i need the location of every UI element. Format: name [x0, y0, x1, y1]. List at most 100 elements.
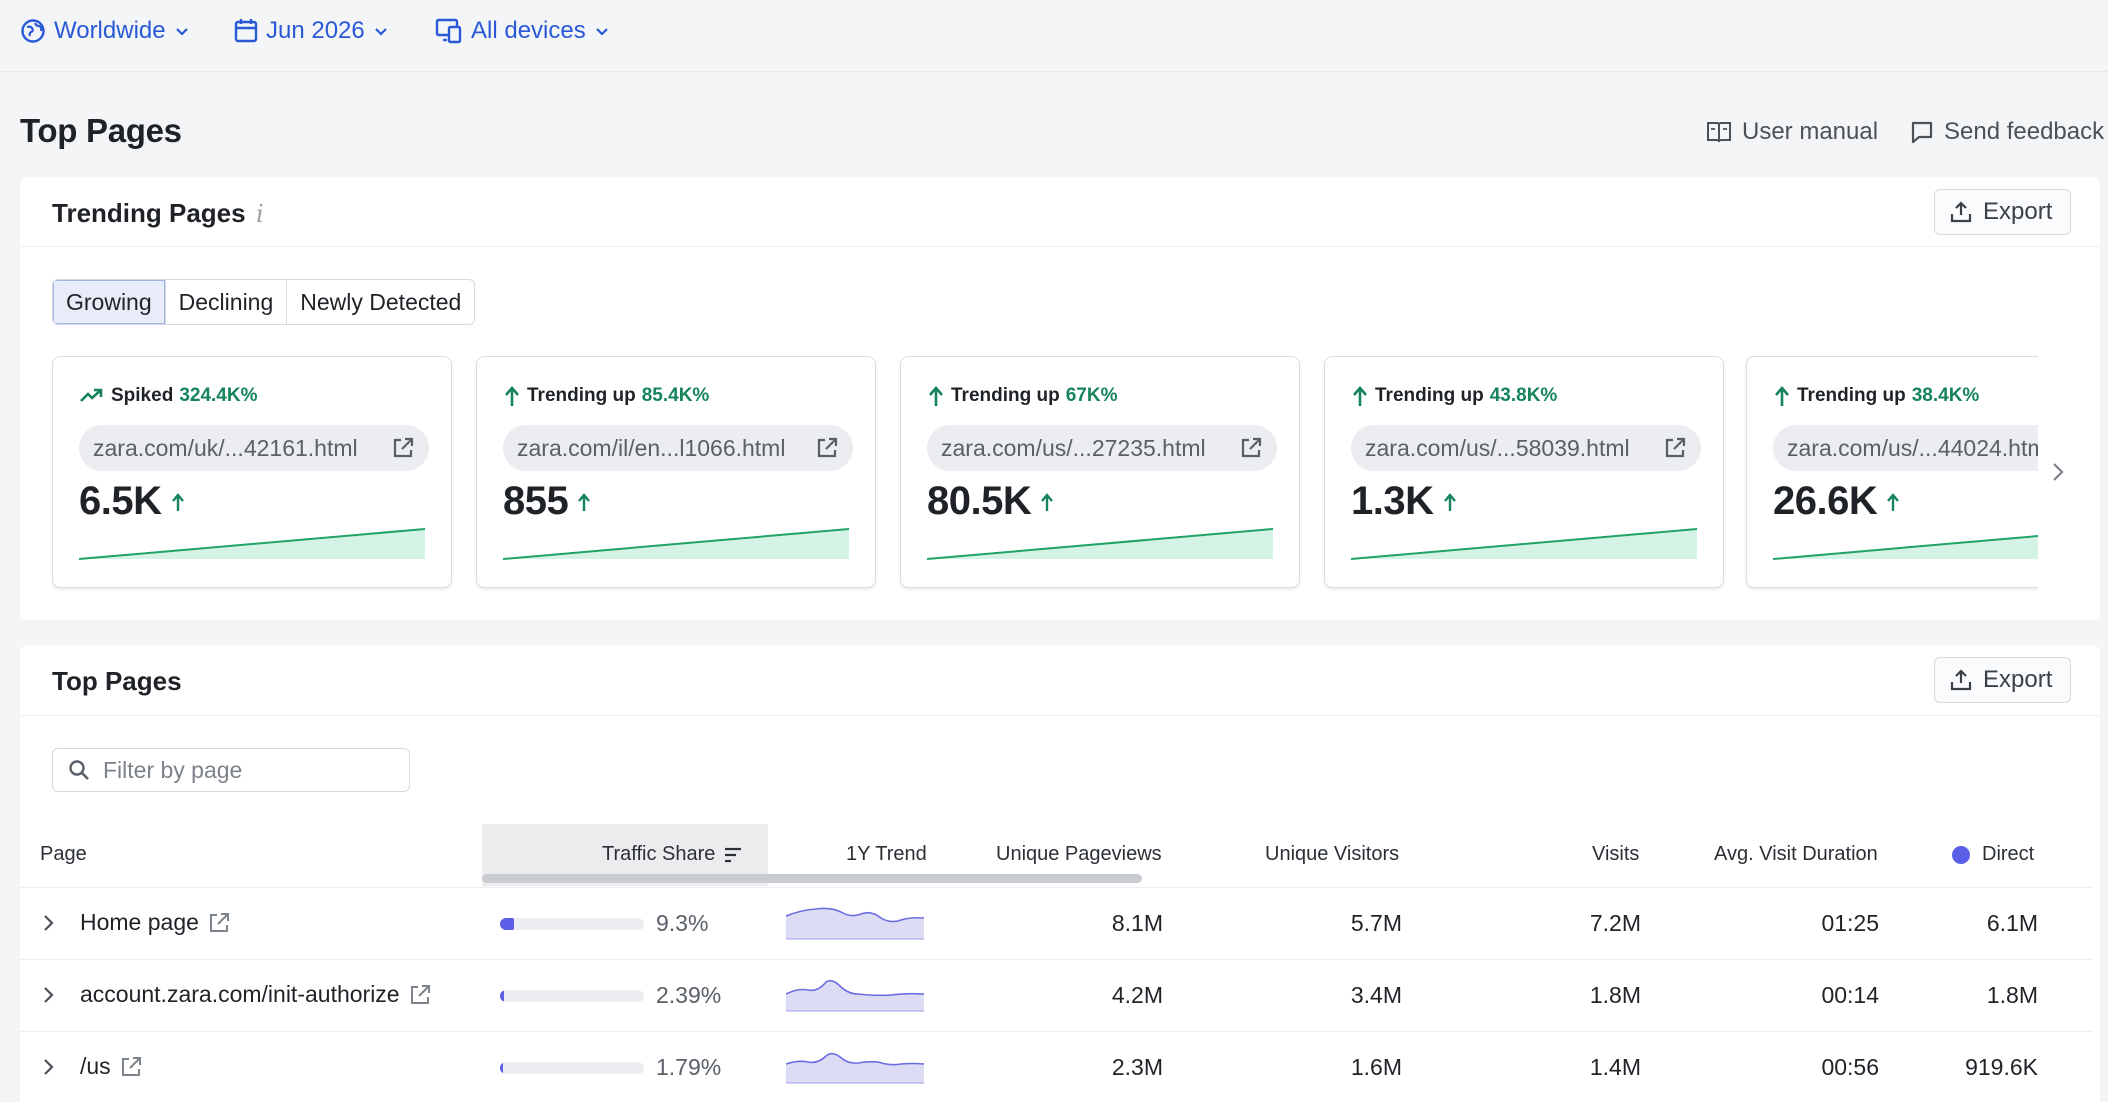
traffic-value-text: 80.5K	[927, 479, 1032, 523]
up-arrow-icon	[171, 492, 184, 511]
unique-visitors-value: 1.6M	[1350, 1054, 1402, 1080]
up-arrow-icon	[1443, 492, 1456, 511]
page-cell: /us	[80, 1053, 143, 1080]
horizontal-scrollbar[interactable]	[482, 874, 1142, 883]
top-pages-export-button[interactable]: Export	[1934, 657, 2072, 703]
trending-card[interactable]: Spiked 324.4K% zara.com/uk/...42161.html…	[52, 356, 452, 588]
unique-pageviews-value: 8.1M	[1111, 910, 1163, 936]
column-header-unique-visitors[interactable]: Unique Visitors	[1265, 843, 1399, 866]
traffic-share-bar	[500, 918, 644, 930]
trending-card[interactable]: Trending up 85.4K% zara.com/il/en...l106…	[476, 356, 876, 588]
tab-growing[interactable]: Growing	[53, 280, 166, 324]
external-link-icon[interactable]	[119, 1055, 143, 1079]
page-name: account.zara.com/init-authorize	[80, 981, 400, 1007]
direct-value: 919.6K	[1965, 1054, 2038, 1080]
column-header-direct[interactable]: Direct	[1952, 843, 2034, 866]
date-filter[interactable]: Jun 2026	[234, 17, 389, 45]
export-label: Export	[1983, 666, 2053, 693]
trend-label-text: Trending up	[1797, 385, 1906, 406]
search-icon	[69, 760, 89, 780]
up-arrow-icon	[578, 492, 591, 511]
external-link-icon[interactable]	[408, 983, 432, 1007]
trend-label: Trending up 67K%	[927, 385, 1117, 407]
calendar-icon	[234, 19, 258, 43]
region-filter[interactable]: Worldwide	[20, 17, 190, 45]
chat-bubble-icon	[1911, 121, 1933, 144]
column-header-traffic-share[interactable]: Traffic Share	[602, 843, 743, 866]
direct-value: 1.8M	[1986, 982, 2038, 1008]
page-url-pill[interactable]: zara.com/uk/...42161.html	[79, 425, 429, 471]
chevron-down-icon	[374, 28, 387, 36]
column-header-visits[interactable]: Visits	[1592, 843, 1639, 866]
trending-cards-carousel: Spiked 324.4K% zara.com/uk/...42161.html…	[52, 356, 2038, 596]
devices-filter[interactable]: All devices	[435, 17, 610, 45]
direct-value: 6.1M	[1986, 910, 2038, 936]
column-header-page[interactable]: Page	[40, 843, 87, 866]
trend-sparkline	[79, 528, 425, 560]
user-manual-label: User manual	[1742, 118, 1879, 145]
column-header-1y-trend[interactable]: 1Y Trend	[846, 843, 927, 866]
avg-visit-duration-value: 01:25	[1821, 910, 1879, 936]
chevron-right-icon[interactable]	[42, 985, 56, 1005]
page-url-pill[interactable]: zara.com/us/...58039.html	[1351, 425, 1701, 471]
page-url-pill[interactable]: zara.com/il/en...l1066.html	[503, 425, 853, 471]
page-name: /us	[80, 1053, 111, 1079]
page-filter-field[interactable]	[52, 748, 410, 792]
region-filter-label: Worldwide	[54, 17, 166, 44]
tab-declining[interactable]: Declining	[166, 280, 288, 324]
trend-sparkline	[1773, 535, 2038, 560]
traffic-share-fill	[500, 918, 514, 930]
trending-card[interactable]: Trending up 43.8K% zara.com/us/...58039.…	[1324, 356, 1724, 588]
chevron-right-icon[interactable]	[42, 1057, 56, 1077]
traffic-value: 855	[503, 479, 592, 524]
column-header-direct-label: Direct	[1982, 843, 2035, 865]
external-link-icon[interactable]	[391, 436, 415, 460]
external-link-icon[interactable]	[815, 436, 839, 460]
chevron-right-icon[interactable]	[42, 913, 56, 933]
trending-export-button[interactable]: Export	[1934, 189, 2072, 235]
carousel-next-icon[interactable]	[2050, 461, 2066, 483]
date-filter-label: Jun 2026	[266, 17, 365, 44]
page-filter-input[interactable]	[103, 756, 383, 784]
trending-card[interactable]: Trending up 67K% zara.com/us/...27235.ht…	[900, 356, 1300, 588]
traffic-value-text: 6.5K	[79, 479, 162, 523]
trending-pages-title: Trending Pages	[52, 198, 246, 228]
external-link-icon[interactable]	[1239, 436, 1263, 460]
traffic-value-text: 26.6K	[1773, 479, 1878, 523]
trend-sparkline	[786, 979, 924, 1012]
send-feedback-link[interactable]: Send feedback	[1910, 118, 2104, 146]
unique-pageviews-value: 2.3M	[1111, 1054, 1163, 1080]
traffic-value: 1.3K	[1351, 479, 1458, 524]
up-arrow-icon	[1887, 492, 1900, 511]
traffic-value-text: 1.3K	[1351, 479, 1434, 523]
export-icon	[1950, 669, 1972, 691]
unique-pageviews-value: 4.2M	[1111, 982, 1163, 1008]
trend-label: Trending up 38.4K%	[1773, 385, 1979, 407]
page-url-pill[interactable]: zara.com/us/...44024.html	[1773, 425, 2038, 471]
page-url: zara.com/us/...27235.html	[941, 434, 1206, 461]
column-header-traffic-share-label: Traffic Share	[602, 843, 716, 865]
devices-icon	[435, 18, 462, 44]
trend-percent: 324.4K%	[179, 385, 258, 406]
table-row[interactable]	[20, 1032, 2092, 1102]
info-icon[interactable]: i	[256, 200, 264, 228]
direct-legend-dot	[1952, 845, 1970, 864]
external-link-icon[interactable]	[1663, 436, 1687, 460]
book-icon	[1707, 122, 1731, 143]
tab-newly-detected[interactable]: Newly Detected	[287, 280, 474, 324]
page-name: Home page	[80, 909, 199, 935]
devices-filter-label: All devices	[471, 17, 586, 44]
trend-label-text: Trending up	[1375, 385, 1484, 406]
user-manual-link[interactable]: User manual	[1706, 118, 1878, 146]
divider	[20, 246, 2100, 247]
table-row[interactable]	[20, 888, 2092, 959]
trending-card[interactable]: Trending up 38.4K% zara.com/us/...44024.…	[1746, 356, 2038, 588]
traffic-value: 26.6K	[1773, 479, 1901, 524]
sort-descending-icon[interactable]	[723, 846, 743, 864]
page-url-pill[interactable]: zara.com/us/...27235.html	[927, 425, 1277, 471]
visits-value: 1.4M	[1589, 1054, 1641, 1080]
divider	[20, 715, 2100, 716]
external-link-icon[interactable]	[207, 911, 231, 935]
column-header-avg-visit-duration[interactable]: Avg. Visit Duration	[1714, 843, 1878, 866]
column-header-unique-pageviews[interactable]: Unique Pageviews	[996, 843, 1162, 866]
